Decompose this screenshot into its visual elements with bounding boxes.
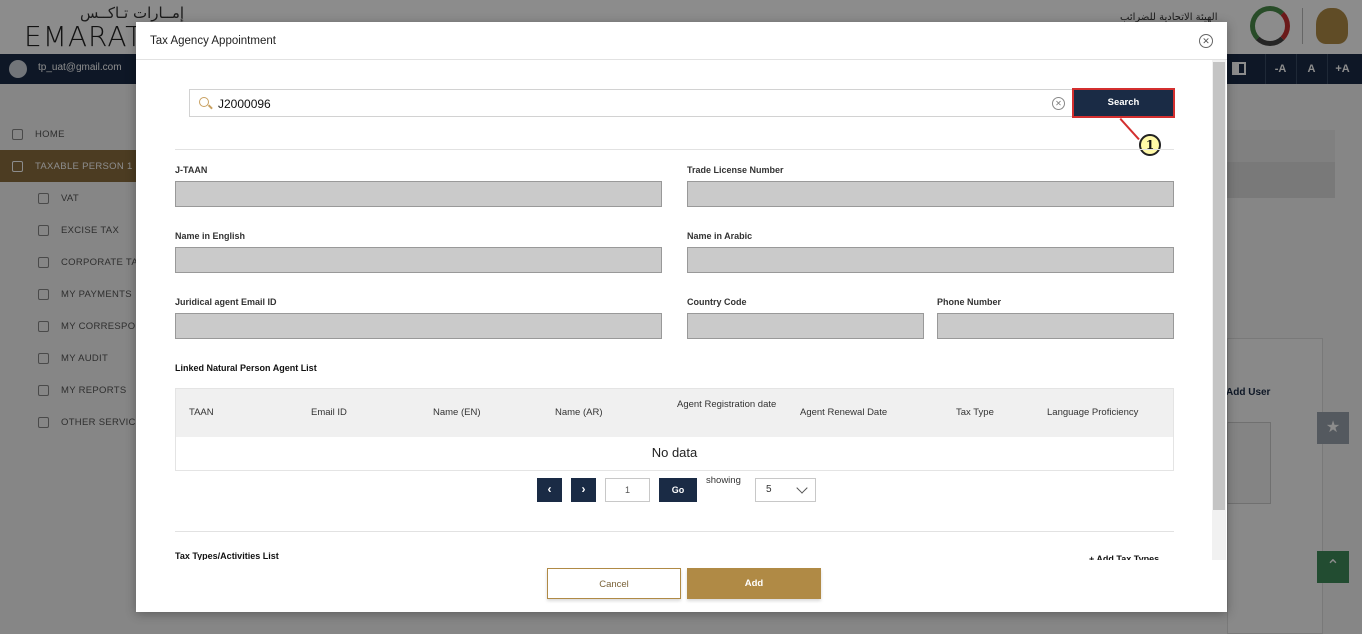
modal-header: Tax Agency Appointment ✕ xyxy=(136,22,1227,60)
trade-license-field xyxy=(687,181,1174,207)
email-label: Juridical agent Email ID xyxy=(175,297,277,307)
column-header-tax-type: Tax Type xyxy=(956,407,994,418)
linked-agent-table: TAAN Email ID Name (EN) Name (AR) Agent … xyxy=(175,388,1174,471)
phone-field xyxy=(937,313,1174,339)
cancel-button[interactable]: Cancel xyxy=(547,568,681,599)
callout-step-badge: 1 xyxy=(1139,134,1161,156)
showing-label: showing xyxy=(706,475,741,486)
add-button[interactable]: Add xyxy=(687,568,821,599)
country-code-field xyxy=(687,313,924,339)
search-button[interactable]: Search xyxy=(1072,88,1175,118)
column-header-email: Email ID xyxy=(311,407,347,418)
chevron-down-icon xyxy=(796,482,808,494)
table-header-row: TAAN Email ID Name (EN) Name (AR) Agent … xyxy=(176,389,1173,437)
close-icon[interactable]: ✕ xyxy=(1199,34,1213,48)
modal-scrollbar-thumb[interactable] xyxy=(1213,62,1225,510)
table-empty-message: No data xyxy=(651,445,698,460)
email-field xyxy=(175,313,662,339)
section-divider xyxy=(175,531,1174,532)
name-ar-field xyxy=(687,247,1174,273)
column-header-language: Language Proficiency xyxy=(1047,407,1139,418)
column-header-taan: TAAN xyxy=(189,407,214,418)
go-button[interactable]: Go xyxy=(659,478,697,502)
jtaan-field xyxy=(175,181,662,207)
page-number-input[interactable]: 1 xyxy=(605,478,650,502)
name-en-field xyxy=(175,247,662,273)
column-header-name-en: Name (EN) xyxy=(433,407,481,418)
clear-search-icon[interactable]: ✕ xyxy=(1052,97,1065,110)
phone-label: Phone Number xyxy=(937,297,1002,307)
modal-title: Tax Agency Appointment xyxy=(150,35,276,47)
search-icon xyxy=(199,97,209,107)
callout-pointer xyxy=(1119,118,1140,141)
prev-page-button[interactable]: ‹ xyxy=(537,478,562,502)
jtaan-label: J-TAAN xyxy=(175,165,208,175)
linked-agent-list-title: Linked Natural Person Agent List xyxy=(175,363,317,373)
country-code-label: Country Code xyxy=(687,297,747,307)
column-header-renewal-date: Agent Renewal Date xyxy=(800,407,888,418)
column-header-registration-date: Agent Registration date xyxy=(677,399,777,410)
next-page-button[interactable]: › xyxy=(571,478,596,502)
tax-agency-appointment-modal: Tax Agency Appointment ✕ ✕ Search 1 J-TA… xyxy=(136,22,1227,612)
search-input[interactable] xyxy=(218,94,1038,114)
page-size-value: 5 xyxy=(766,484,772,495)
trade-license-label: Trade License Number xyxy=(687,165,784,175)
page-size-select[interactable]: 5 xyxy=(755,478,816,502)
name-ar-label: Name in Arabic xyxy=(687,231,753,241)
search-box: ✕ xyxy=(189,89,1073,117)
modal-footer xyxy=(136,560,1227,612)
section-divider xyxy=(175,149,1174,150)
column-header-name-ar: Name (AR) xyxy=(555,407,603,418)
name-en-label: Name in English xyxy=(175,231,246,241)
